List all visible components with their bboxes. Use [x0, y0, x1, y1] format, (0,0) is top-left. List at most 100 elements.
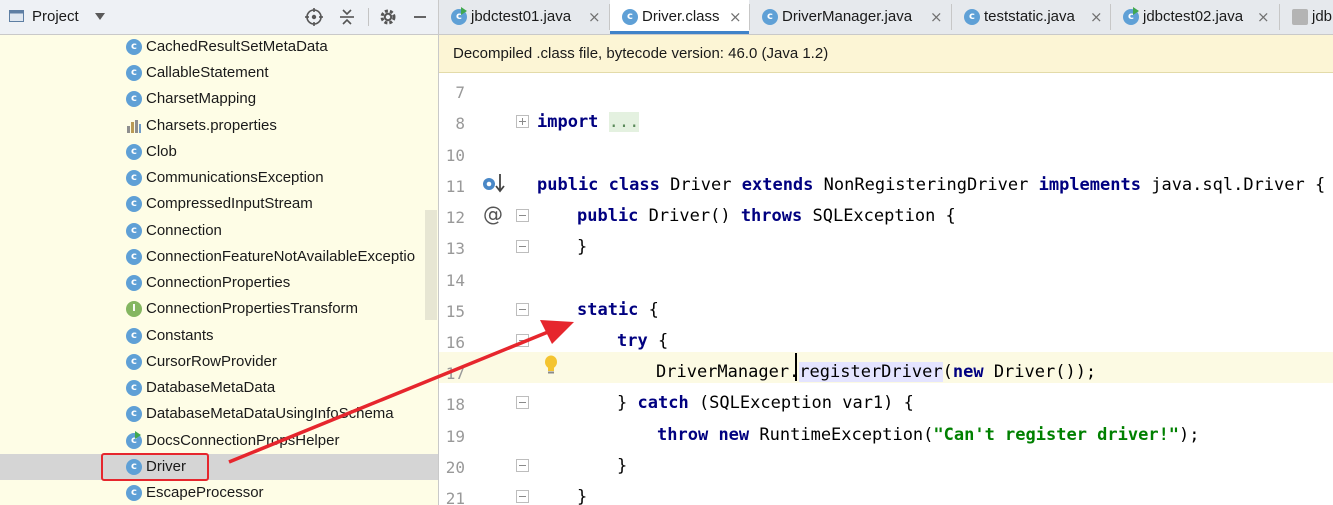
file-icon	[1292, 9, 1308, 25]
code-line: 12 public Driver() throws SQLException {	[439, 202, 1333, 233]
fold-collapse-icon[interactable]	[516, 303, 529, 316]
class-icon: c	[126, 275, 142, 291]
identifier: RuntimeException(	[759, 425, 934, 445]
line-number: 15	[445, 302, 465, 321]
tree-item[interactable]: c Clob	[0, 139, 438, 165]
editor-tab-bar: c jbdctest01.java × c Driver.class × c D…	[439, 0, 1333, 35]
tree-item[interactable]: c CallableStatement	[0, 60, 438, 86]
lightbulb-icon[interactable]	[543, 354, 559, 376]
tree-item-label: ConnectionPropertiesTransform	[146, 300, 359, 317]
tree-item[interactable]: c CommunicationsException	[0, 165, 438, 191]
text-caret	[795, 353, 797, 381]
code-line: 11 public class Driver extends NonRegist…	[439, 171, 1333, 202]
code-line: 16 try {	[439, 327, 1333, 358]
tree-item[interactable]: c Constants	[0, 323, 438, 349]
close-icon[interactable]: ×	[588, 8, 601, 26]
line-number: 8	[455, 114, 465, 133]
code-text: }	[577, 487, 588, 505]
folded-imports[interactable]: ...	[608, 112, 640, 132]
keyword: throw	[657, 425, 709, 445]
close-icon[interactable]: ×	[930, 8, 943, 26]
collapse-all-icon[interactable]	[337, 7, 357, 27]
tree-item[interactable]: c DatabaseMetaData	[0, 375, 438, 401]
fold-collapse-icon[interactable]	[516, 240, 529, 253]
tree-item-label: ConnectionProperties	[146, 274, 291, 291]
hide-panel-icon[interactable]	[410, 7, 430, 27]
gear-icon[interactable]	[378, 7, 398, 27]
code-line: 10	[439, 140, 1333, 171]
line-number: 21	[445, 489, 465, 505]
code-text: }	[617, 456, 628, 476]
code-editor[interactable]: 7 8 import ... 10 11 public class Driver…	[439, 73, 1333, 505]
runnable-class-icon: c	[451, 7, 467, 25]
class-icon: c	[126, 354, 142, 370]
tree-item[interactable]: c CachedResultSetMetaData	[0, 34, 438, 60]
class-icon: c	[622, 9, 638, 25]
fold-collapse-icon[interactable]	[516, 396, 529, 409]
tree-item-label: Connection	[146, 222, 222, 239]
tree-item[interactable]: c CompressedInputStream	[0, 191, 438, 217]
class-icon: c	[126, 144, 142, 160]
line-number: 16	[445, 333, 465, 352]
line-number: 14	[445, 271, 465, 290]
tree-item[interactable]: c CharsetMapping	[0, 86, 438, 112]
code-text: }	[577, 237, 588, 257]
close-icon[interactable]: ×	[1090, 8, 1103, 26]
tab-teststatic[interactable]: c teststatic.java ×	[952, 0, 1110, 34]
fold-expand-icon[interactable]	[516, 115, 529, 128]
tab-jdbctest02[interactable]: c jdbctest02.java ×	[1111, 0, 1279, 34]
tree-item[interactable]: I ConnectionPropertiesTransform	[0, 296, 438, 322]
interface-icon: I	[126, 301, 142, 317]
fold-collapse-icon[interactable]	[516, 209, 529, 222]
tree-item-label: CachedResultSetMetaData	[146, 38, 328, 55]
tree-item[interactable]: c ConnectionProperties	[0, 270, 438, 296]
tree-item[interactable]: c CursorRowProvider	[0, 349, 438, 375]
highlighted-usage: registerDriver	[799, 362, 943, 382]
code-line: 21 }	[439, 483, 1333, 505]
keyword: implements	[1038, 175, 1141, 195]
line-number: 17	[445, 364, 465, 383]
close-icon[interactable]: ×	[729, 8, 742, 26]
tab-drivermanager[interactable]: c DriverManager.java ×	[750, 0, 951, 34]
class-icon: c	[126, 196, 142, 212]
keyword: throws	[740, 206, 803, 226]
tree-item[interactable]: c DatabaseMetaDataUsingInfoSchema	[0, 401, 438, 427]
tree-item[interactable]: c Connection	[0, 218, 438, 244]
annotation-gutter-icon[interactable]: @	[483, 202, 503, 226]
line-number: 20	[445, 458, 465, 477]
tree-item[interactable]: c ConnectionFeatureNotAvailableExceptio	[0, 244, 438, 270]
fold-collapse-icon[interactable]	[516, 459, 529, 472]
runnable-class-icon: c	[126, 431, 142, 449]
tree-item[interactable]: c EscapeProcessor	[0, 480, 438, 505]
editor-area: c jbdctest01.java × c Driver.class × c D…	[439, 0, 1333, 505]
class-icon: c	[126, 170, 142, 186]
close-icon[interactable]: ×	[1257, 8, 1270, 26]
project-view-dropdown-icon[interactable]	[95, 13, 105, 20]
code-line: 14	[439, 265, 1333, 296]
tree-item-selected[interactable]: c Driver	[0, 454, 438, 480]
code-line: 15 static {	[439, 296, 1333, 327]
tab-driver-class[interactable]: c Driver.class ×	[610, 0, 749, 34]
identifier: Driver	[670, 175, 732, 195]
class-icon: c	[126, 249, 142, 265]
implements-gutter-icon[interactable]	[481, 171, 505, 195]
fold-collapse-icon[interactable]	[516, 490, 529, 503]
class-icon: c	[126, 91, 142, 107]
tab-label: jdb	[1312, 8, 1333, 25]
tree-item[interactable]: Charsets.properties	[0, 113, 438, 139]
tree-item-label: Charsets.properties	[146, 117, 277, 134]
code-text: {	[657, 331, 669, 351]
fold-collapse-icon[interactable]	[516, 334, 529, 347]
tree-item-label: EscapeProcessor	[146, 484, 264, 501]
line-number: 7	[455, 83, 465, 102]
locate-target-icon[interactable]	[304, 7, 324, 27]
tab-jdb[interactable]: jdb	[1280, 0, 1333, 34]
tab-jbdctest01[interactable]: c jbdctest01.java ×	[439, 0, 609, 34]
tab-label: jdbctest02.java	[1143, 8, 1244, 25]
line-number: 12	[445, 208, 465, 227]
identifier: java.sql.Driver {	[1151, 175, 1326, 195]
class-icon: c	[126, 406, 142, 422]
keyword: extends	[741, 175, 814, 195]
tree-scrollbar[interactable]	[425, 210, 437, 320]
tree-item[interactable]: c DocsConnectionPropsHelper	[0, 428, 438, 454]
